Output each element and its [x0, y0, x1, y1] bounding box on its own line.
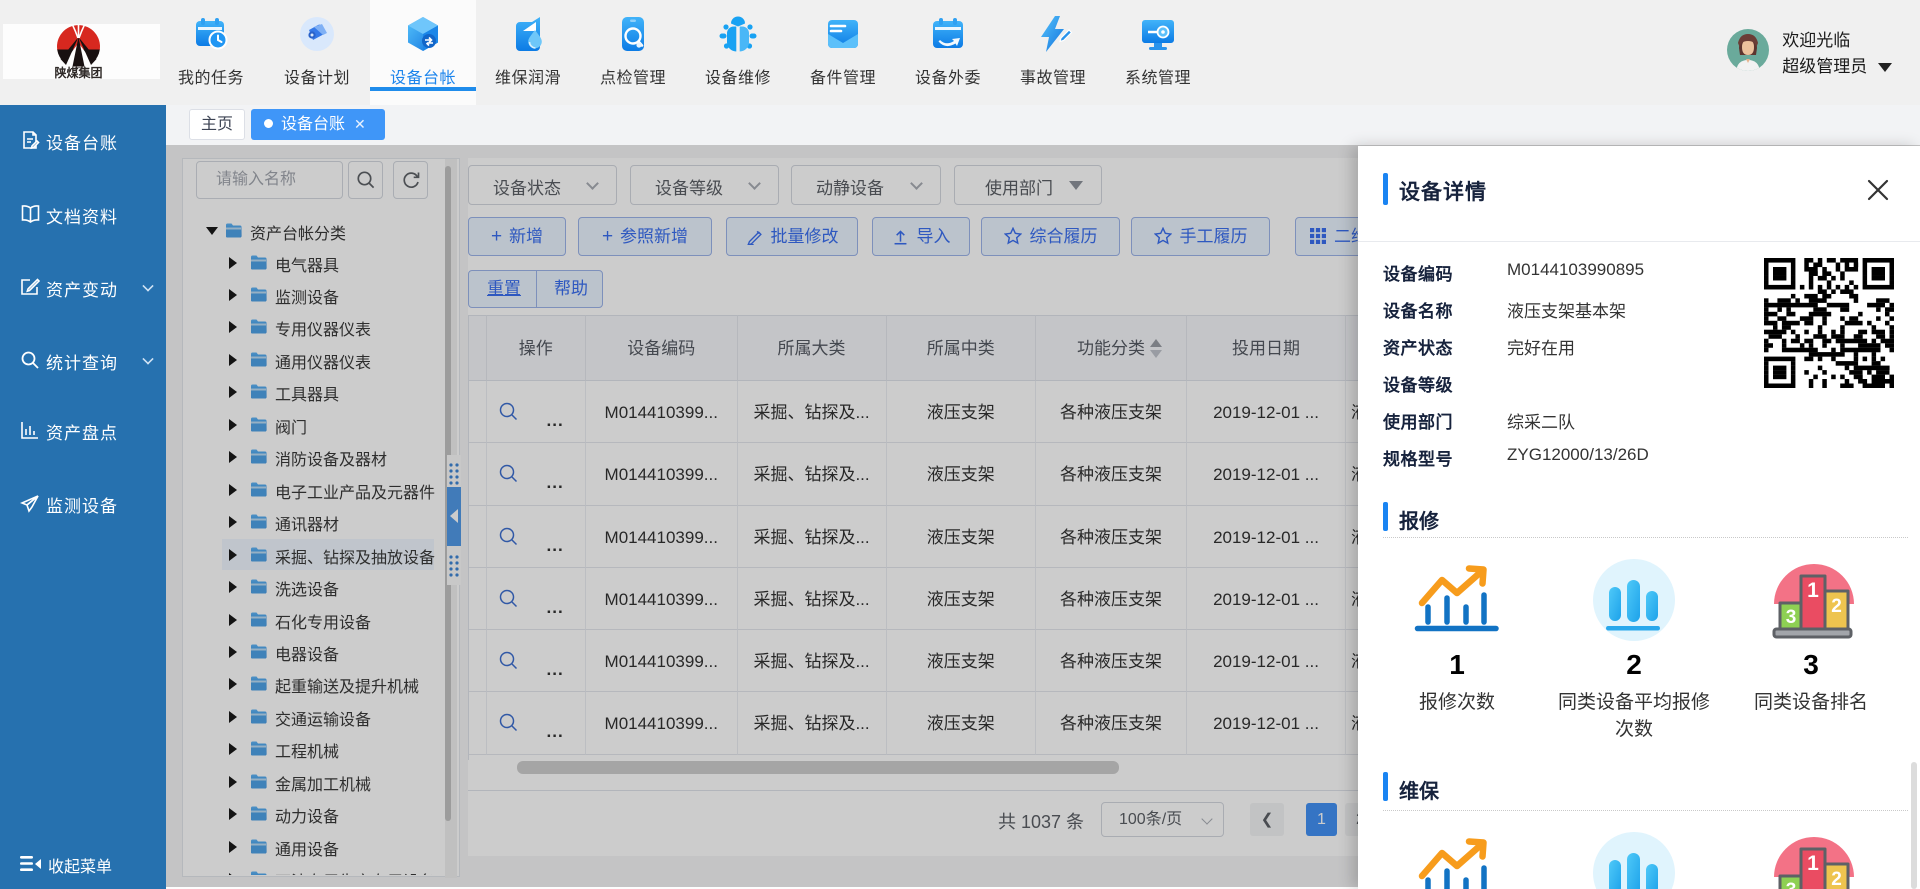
svg-text:陕煤集团: 陕煤集团: [54, 65, 102, 79]
svg-text:1: 1: [1807, 852, 1819, 875]
svg-text:1: 1: [1807, 579, 1819, 602]
svg-text:2: 2: [1831, 596, 1842, 617]
svg-text:3: 3: [1786, 607, 1797, 628]
svg-text:3: 3: [1786, 880, 1797, 889]
svg-text:2: 2: [1831, 869, 1842, 889]
